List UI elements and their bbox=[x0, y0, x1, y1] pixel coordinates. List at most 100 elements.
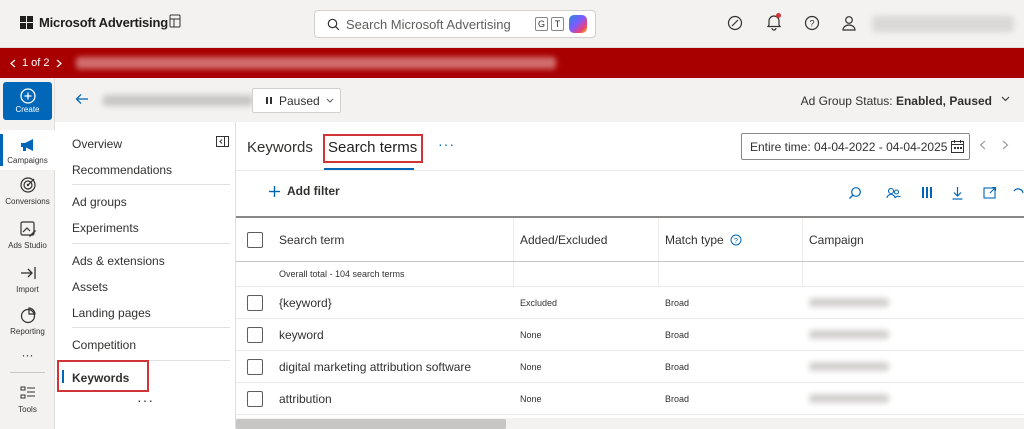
ad-group-status[interactable]: Ad Group Status: Enabled, Paused bbox=[801, 94, 992, 108]
match-type-cell: Broad bbox=[665, 393, 690, 404]
expand-icon[interactable] bbox=[983, 186, 997, 199]
alert-pager-label: 1 of 2 bbox=[22, 57, 50, 69]
table-row[interactable]: attribution None Broad bbox=[236, 383, 1024, 415]
import-arrow-icon bbox=[20, 267, 36, 279]
columns-icon[interactable] bbox=[921, 186, 933, 199]
column-divider bbox=[658, 262, 659, 286]
page-header: Paused Ad Group Status: Enabled, Paused bbox=[55, 78, 1024, 122]
account-switcher-icon[interactable] bbox=[168, 14, 188, 34]
total-label: Overall total - 104 search terms bbox=[279, 269, 405, 279]
rail-item-tools[interactable]: Tools bbox=[0, 384, 55, 414]
subnav-divider bbox=[72, 327, 230, 328]
shortcut-key-t: T bbox=[551, 17, 564, 31]
match-type-cell: Broad bbox=[665, 329, 690, 340]
col-header-search-term[interactable]: Search term bbox=[279, 218, 344, 261]
search-input[interactable]: Search Microsoft Advertising bbox=[346, 17, 535, 32]
rail-label: Campaigns bbox=[7, 156, 48, 165]
subnav-item-assets[interactable]: Assets bbox=[72, 280, 108, 294]
added-excluded-cell: None bbox=[520, 361, 542, 372]
chevron-left-icon[interactable] bbox=[10, 59, 16, 68]
chevron-right-icon[interactable] bbox=[56, 59, 62, 68]
collapse-panel-icon[interactable] bbox=[216, 136, 229, 147]
row-checkbox[interactable] bbox=[247, 327, 263, 343]
tabs-more-button[interactable]: ··· bbox=[438, 136, 455, 152]
subnav-divider bbox=[72, 184, 230, 185]
people-segment-icon[interactable] bbox=[886, 186, 901, 200]
column-divider bbox=[658, 218, 659, 261]
rail-more-button[interactable]: ··· bbox=[0, 348, 55, 362]
active-indicator bbox=[62, 370, 64, 383]
subnav-item-overview[interactable]: Overview bbox=[72, 137, 122, 151]
user-account-name[interactable] bbox=[872, 16, 1014, 32]
copilot-icon[interactable] bbox=[569, 15, 587, 33]
column-divider bbox=[513, 218, 514, 261]
notifications-bell-icon[interactable] bbox=[764, 12, 784, 32]
chevron-down-icon[interactable] bbox=[1001, 96, 1010, 102]
paused-status-dropdown[interactable]: Paused bbox=[252, 88, 341, 113]
subnav-item-ad-groups[interactable]: Ad groups bbox=[72, 195, 127, 209]
campaign-cell[interactable] bbox=[809, 351, 889, 382]
status-value: Enabled, Paused bbox=[895, 94, 992, 108]
row-checkbox[interactable] bbox=[247, 295, 263, 311]
select-all-checkbox[interactable] bbox=[247, 232, 263, 248]
date-next-icon[interactable] bbox=[1002, 140, 1009, 150]
scrollbar-thumb[interactable] bbox=[236, 419, 506, 429]
info-icon[interactable]: ? bbox=[730, 234, 742, 246]
col-header-campaign[interactable]: Campaign bbox=[809, 218, 864, 261]
subnav-item-experiments[interactable]: Experiments bbox=[72, 221, 139, 235]
add-filter-button[interactable]: Add filter bbox=[268, 184, 340, 198]
date-range-picker[interactable]: Entire time: 04-04-2022 - 04-04-2025 bbox=[741, 133, 970, 160]
column-divider bbox=[513, 262, 514, 286]
tips-icon[interactable] bbox=[726, 14, 746, 34]
search-term-cell: keyword bbox=[279, 327, 324, 342]
col-header-added-excluded[interactable]: Added/Excluded bbox=[520, 218, 607, 261]
user-profile-icon[interactable] bbox=[840, 14, 860, 34]
help-icon[interactable]: ? bbox=[803, 14, 823, 34]
row-checkbox[interactable] bbox=[247, 391, 263, 407]
rail-item-import[interactable]: Import bbox=[0, 264, 55, 294]
main-content: Keywords Search terms ··· Entire time: 0… bbox=[236, 122, 1024, 429]
search-icon[interactable] bbox=[848, 186, 862, 200]
top-bar: Microsoft Advertising Search Microsoft A… bbox=[0, 0, 1024, 48]
table-row[interactable]: digital marketing attribution software N… bbox=[236, 351, 1024, 383]
rail-label: Import bbox=[16, 285, 39, 294]
subnav-item-recommendations[interactable]: Recommendations bbox=[72, 163, 172, 177]
tab-keywords[interactable]: Keywords bbox=[247, 139, 313, 156]
search-term-cell: digital marketing attribution software bbox=[279, 359, 472, 374]
megaphone-icon bbox=[20, 139, 33, 151]
subnav-more-button[interactable]: ··· bbox=[137, 392, 154, 408]
table-row[interactable]: {keyword} Excluded Broad bbox=[236, 287, 1024, 319]
rail-item-reporting[interactable]: Reporting bbox=[0, 306, 55, 336]
campaign-cell[interactable] bbox=[809, 319, 889, 350]
subnav-item-competition[interactable]: Competition bbox=[72, 338, 136, 352]
date-range-label: Entire time: 04-04-2022 - 04-04-2025 bbox=[750, 139, 948, 154]
download-icon[interactable] bbox=[951, 186, 964, 200]
alert-message bbox=[76, 57, 556, 69]
match-type-label: Match type bbox=[665, 232, 724, 247]
microsoft-advertising-logo[interactable]: Microsoft Advertising bbox=[20, 15, 168, 30]
campaign-cell[interactable] bbox=[809, 287, 889, 318]
breadcrumb[interactable] bbox=[103, 95, 253, 106]
refresh-icon[interactable] bbox=[1013, 186, 1024, 200]
subnav-item-keywords[interactable]: Keywords bbox=[72, 371, 129, 385]
table-total-row: Overall total - 104 search terms bbox=[236, 262, 1024, 287]
horizontal-scrollbar[interactable] bbox=[236, 418, 1024, 429]
campaign-cell[interactable] bbox=[809, 383, 889, 414]
table-row[interactable]: keyword None Broad bbox=[236, 319, 1024, 351]
subnav-item-ads-extensions[interactable]: Ads & extensions bbox=[72, 254, 165, 268]
date-prev-icon[interactable] bbox=[979, 140, 986, 150]
tab-search-terms[interactable]: Search terms bbox=[328, 139, 417, 156]
back-arrow-icon[interactable] bbox=[75, 93, 89, 105]
create-button[interactable]: Create bbox=[3, 82, 52, 120]
microsoft-logo-icon bbox=[20, 16, 33, 29]
rail-item-conversions[interactable]: Conversions bbox=[0, 176, 55, 206]
subnav-item-landing-pages[interactable]: Landing pages bbox=[72, 306, 151, 320]
row-checkbox[interactable] bbox=[247, 359, 263, 375]
calendar-icon bbox=[951, 140, 964, 153]
search-box[interactable]: Search Microsoft Advertising G T bbox=[314, 10, 596, 38]
col-header-match-type[interactable]: Match type ? bbox=[665, 218, 742, 261]
secondary-nav: Overview Recommendations Ad groups Exper… bbox=[55, 122, 236, 429]
rail-item-ads-studio[interactable]: Ads Studio bbox=[0, 220, 55, 250]
rail-item-campaigns[interactable]: Campaigns bbox=[0, 130, 55, 170]
match-type-cell: Broad bbox=[665, 361, 690, 372]
